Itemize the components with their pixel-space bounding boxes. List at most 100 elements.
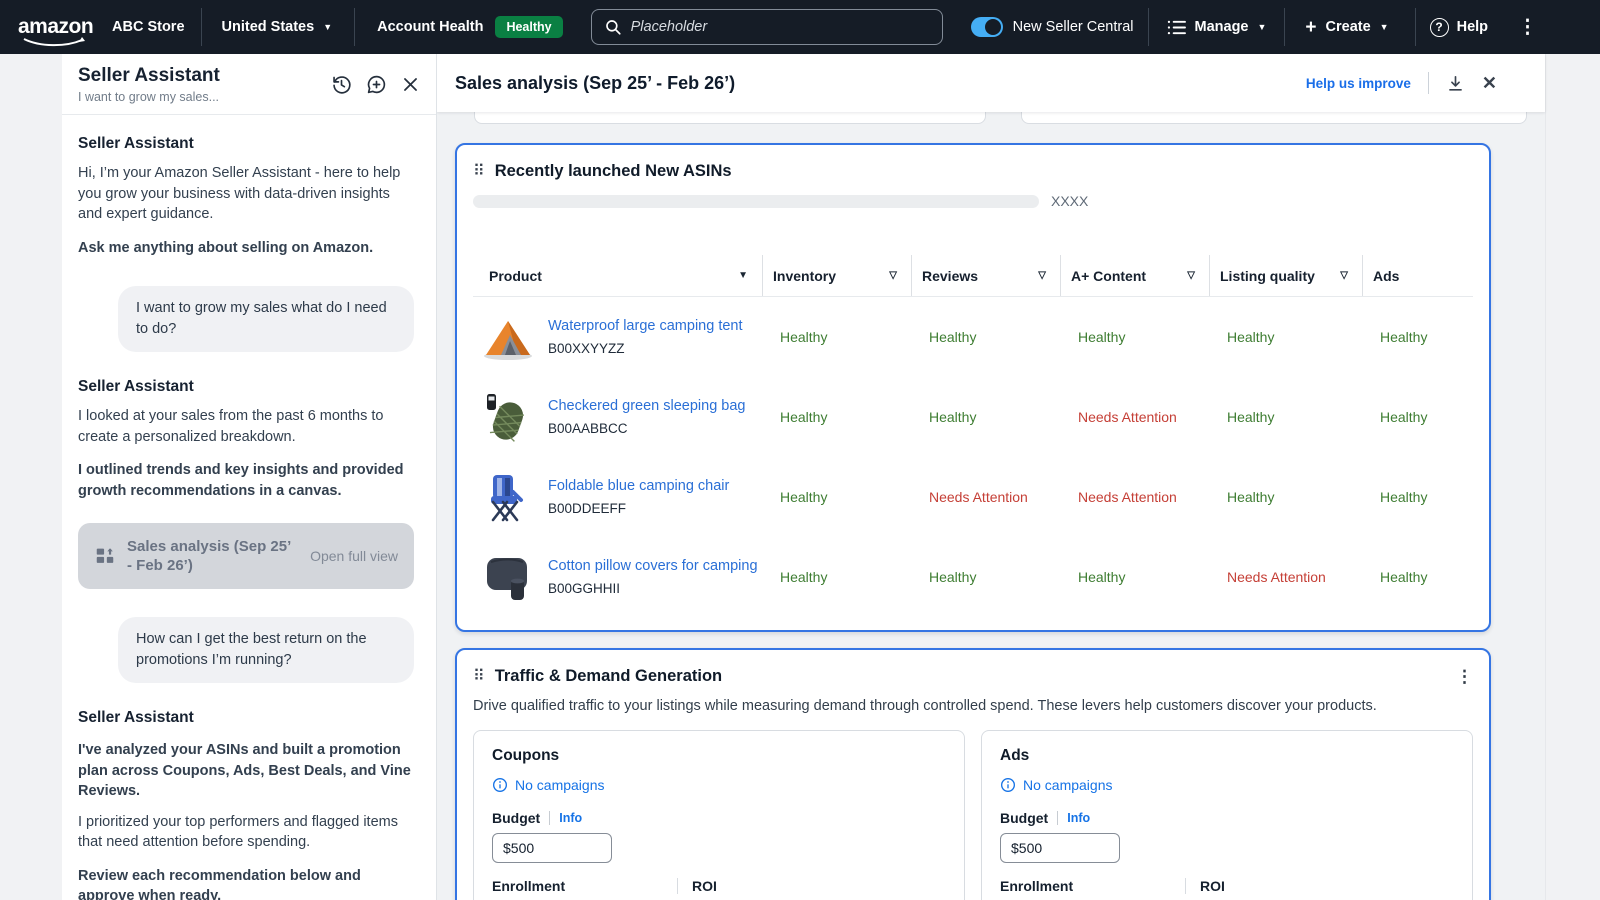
status-reviews: Healthy xyxy=(911,569,1060,585)
column-label: Inventory xyxy=(773,268,836,284)
store-name[interactable]: ABC Store xyxy=(112,19,185,35)
canvas-header: Sales analysis (Sep 25’ - Feb 26’) Help … xyxy=(437,54,1545,112)
search-icon xyxy=(604,18,622,36)
header-divider xyxy=(1428,72,1429,94)
product-asin: B00XXYYZZ xyxy=(548,341,743,356)
column-header-reviews[interactable]: Reviews ▽ xyxy=(911,255,1060,296)
drag-handle-icon[interactable]: ⠿ xyxy=(473,666,485,686)
traffic-panels: Coupons No campaigns Budget Info Enrollm… xyxy=(473,730,1473,900)
budget-info-link[interactable]: Info xyxy=(559,811,582,825)
no-campaigns-label: No campaigns xyxy=(1023,777,1113,793)
status-inventory: Healthy xyxy=(762,409,911,425)
product-link[interactable]: Cotton pillow covers for camping xyxy=(548,558,758,574)
assistant-block-heading: Seller Assistant xyxy=(78,378,414,396)
budget-label: Budget xyxy=(1000,810,1048,826)
new-seller-central-toggle-group[interactable]: New Seller Central xyxy=(971,17,1134,37)
toggle-switch[interactable] xyxy=(971,17,1003,37)
account-health[interactable]: Account Health Healthy xyxy=(377,16,563,38)
amazon-logo[interactable]: amazon xyxy=(18,17,96,37)
column-header-listing-quality[interactable]: Listing quality ▽ xyxy=(1209,255,1362,296)
status-reviews: Healthy xyxy=(911,409,1060,425)
card-menu-icon[interactable]: ⋮ xyxy=(1456,668,1473,685)
asin-card-title: Recently launched New ASINs xyxy=(495,162,732,181)
column-header-ads[interactable]: Ads xyxy=(1362,255,1473,296)
assistant-titles: Seller Assistant I want to grow my sales… xyxy=(78,65,331,104)
column-header-product[interactable]: Product ▼ xyxy=(473,255,762,296)
coupons-budget-input[interactable] xyxy=(492,833,612,863)
close-panel-icon[interactable] xyxy=(401,75,420,94)
product-cell: Cotton pillow covers for camping B00GGHH… xyxy=(473,550,762,604)
traffic-card-title: Traffic & Demand Generation xyxy=(495,667,722,686)
status-a-plus: Needs Attention xyxy=(1060,489,1209,505)
column-label: Reviews xyxy=(922,268,978,284)
enrollment-label: Enrollment xyxy=(1000,878,1185,894)
canvas-title: Sales analysis (Sep 25’ - Feb 26’) xyxy=(455,73,735,94)
column-label: Product xyxy=(489,268,542,284)
traffic-demand-card: ⠿ Traffic & Demand Generation ⋮ Drive qu… xyxy=(455,648,1491,900)
canvas-chip-title: Sales analysis (Sep 25’ - Feb 26’) xyxy=(127,537,299,575)
assistant-message: I've analyzed your ASINs and built a pro… xyxy=(78,740,414,802)
filter-icon[interactable]: ▽ xyxy=(1187,270,1195,281)
help-button[interactable]: ? Help xyxy=(1430,18,1488,37)
column-header-inventory[interactable]: Inventory ▽ xyxy=(762,255,911,296)
product-asin: B00DDEEFF xyxy=(548,501,729,516)
account-health-label: Account Health xyxy=(377,19,483,35)
drag-handle-icon[interactable]: ⠿ xyxy=(473,161,485,181)
status-a-plus: Healthy xyxy=(1060,329,1209,345)
search-input[interactable] xyxy=(631,19,930,35)
assistant-message: Review each recommendation below and app… xyxy=(78,866,414,900)
filter-icon[interactable]: ▽ xyxy=(889,270,897,281)
budget-info-link[interactable]: Info xyxy=(1067,811,1090,825)
status-a-plus: Needs Attention xyxy=(1060,409,1209,425)
help-label: Help xyxy=(1457,19,1488,35)
download-icon[interactable] xyxy=(1446,74,1465,93)
product-asin: B00GGHHII xyxy=(548,581,758,596)
create-menu[interactable]: + Create ▼ xyxy=(1305,18,1388,37)
assistant-subtitle: I want to grow my sales... xyxy=(78,90,331,104)
product-image-pillow xyxy=(481,550,535,604)
ads-budget-input[interactable] xyxy=(1000,833,1120,863)
open-full-view-button[interactable]: Open full view xyxy=(310,548,398,564)
product-link[interactable]: Checkered green sleeping bag xyxy=(548,398,746,414)
close-canvas-icon[interactable]: ✕ xyxy=(1482,74,1497,92)
manage-menu[interactable]: Manage ▼ xyxy=(1167,19,1267,36)
help-us-improve-link[interactable]: Help us improve xyxy=(1306,76,1411,91)
canvas-actions: Help us improve ✕ xyxy=(1306,72,1497,94)
asin-table: Product ▼ Inventory ▽ Reviews ▽ A+ Conte… xyxy=(473,255,1473,617)
assistant-block-heading: Seller Assistant xyxy=(78,709,414,727)
column-label: Ads xyxy=(1373,268,1399,284)
filter-icon[interactable]: ▽ xyxy=(1038,270,1046,281)
country-selector[interactable]: United States ▼ xyxy=(222,19,333,35)
ads-no-campaigns-link[interactable]: No campaigns xyxy=(1000,777,1454,793)
table-row: Waterproof large camping tent B00XXYYZZ … xyxy=(473,297,1473,377)
canvas-chip[interactable]: Sales analysis (Sep 25’ - Feb 26’) Open … xyxy=(78,523,414,589)
budget-label: Budget xyxy=(492,810,540,826)
status-reviews: Needs Attention xyxy=(911,489,1060,505)
asin-table-header: Product ▼ Inventory ▽ Reviews ▽ A+ Conte… xyxy=(473,255,1473,297)
status-listing-quality: Healthy xyxy=(1209,409,1362,425)
product-info: Waterproof large camping tent B00XXYYZZ xyxy=(548,318,743,356)
product-image-camping-chair xyxy=(481,470,535,524)
ads-panel: Ads No campaigns Budget Info Enrollment … xyxy=(981,730,1473,900)
assistant-header: Seller Assistant I want to grow my sales… xyxy=(62,54,436,115)
canvas-scroll-area[interactable]: ⠿ Recently launched New ASINs XXXX Produ… xyxy=(437,112,1545,900)
enrollment-label: Enrollment xyxy=(492,878,677,894)
user-message-bubble: How can I get the best return on the pro… xyxy=(118,617,414,683)
product-link[interactable]: Waterproof large camping tent xyxy=(548,318,743,334)
coupons-footer: Enrollment ROI xyxy=(492,878,946,894)
plus-icon: + xyxy=(1305,18,1316,37)
new-chat-icon[interactable] xyxy=(366,74,387,95)
history-icon[interactable] xyxy=(331,74,352,95)
product-link[interactable]: Foldable blue camping chair xyxy=(548,478,729,494)
status-listing-quality: Healthy xyxy=(1209,329,1362,345)
overflow-menu-icon[interactable]: ⋮ xyxy=(1518,16,1537,39)
status-inventory: Healthy xyxy=(762,489,911,505)
info-icon xyxy=(1000,777,1016,793)
coupons-no-campaigns-link[interactable]: No campaigns xyxy=(492,777,946,793)
status-inventory: Healthy xyxy=(762,569,911,585)
no-campaigns-label: No campaigns xyxy=(515,777,605,793)
filter-icon[interactable]: ▼ xyxy=(738,270,748,281)
filter-icon[interactable]: ▽ xyxy=(1340,270,1348,281)
column-header-a-plus-content[interactable]: A+ Content ▽ xyxy=(1060,255,1209,296)
roi-label: ROI xyxy=(677,878,946,894)
